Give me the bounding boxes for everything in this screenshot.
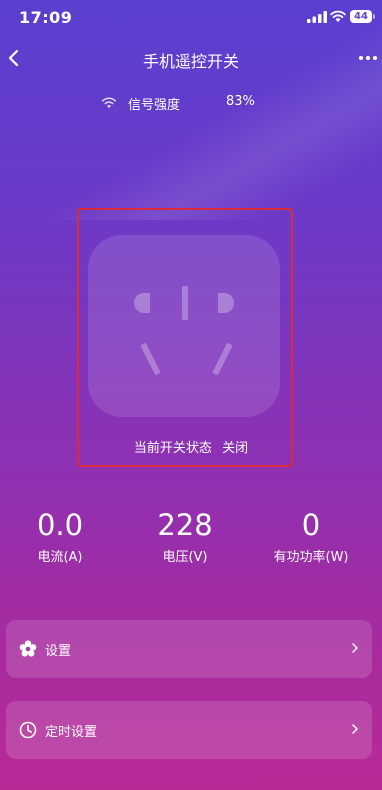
signal-strength-value: 83% (226, 94, 255, 109)
switch-state-label: 当前开关状态 (133, 441, 212, 456)
timer-settings-label: 定时设置 (45, 725, 98, 740)
wifi-icon (330, 10, 346, 22)
chevron-right-icon (352, 724, 358, 734)
signal-strength-row: 信号强度 83% (0, 94, 382, 113)
timer-settings-row[interactable]: 定时设置 (6, 701, 372, 759)
page-title: 手机遥控开关 (142, 52, 239, 71)
metric-power-label: 有功功率(W) (273, 550, 349, 565)
flower-gear-icon (19, 640, 37, 657)
status-bar: 17:09 44 (0, 0, 382, 36)
battery-indicator: 44 (350, 10, 375, 23)
wifi-signal-icon (101, 97, 117, 108)
metric-power-value: 0 (301, 508, 321, 542)
nav-bar: 手机遥控开关 (0, 38, 382, 78)
metric-current-value: 0.0 (36, 508, 84, 542)
metric-voltage-value: 228 (157, 508, 213, 542)
status-time: 17:09 (19, 8, 73, 27)
metric-current-label: 电流(A) (37, 550, 83, 565)
metric-voltage: 228 电压(V) (130, 508, 240, 565)
switch-state: 当前开关状态 关闭 (0, 437, 382, 456)
settings-label: 设置 (45, 644, 72, 659)
clock-icon (19, 721, 37, 739)
metric-power: 0 有功功率(W) (256, 508, 366, 565)
more-options-icon[interactable] (356, 47, 380, 69)
switch-state-value: 关闭 (222, 441, 249, 456)
metric-current: 0.0 电流(A) (5, 508, 115, 565)
signal-strength-label: 信号强度 (128, 98, 181, 113)
power-socket-icon (134, 286, 234, 376)
settings-row[interactable]: 设置 (6, 620, 372, 678)
power-switch-button[interactable] (88, 235, 280, 417)
cellular-signal-icon (307, 11, 327, 23)
chevron-right-icon (352, 643, 358, 653)
metric-voltage-label: 电压(V) (162, 550, 208, 565)
